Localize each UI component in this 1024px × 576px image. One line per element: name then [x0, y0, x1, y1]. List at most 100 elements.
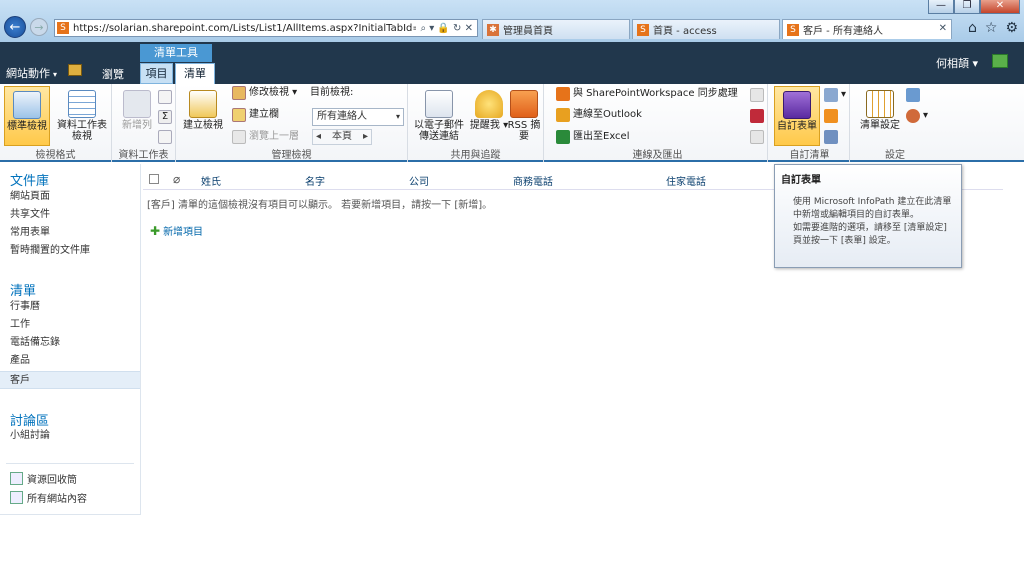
datasheet-view-icon [68, 90, 96, 118]
column-header-home-phone[interactable]: 住家電話 [666, 173, 706, 188]
permissions-icon [906, 88, 920, 102]
nav-item-products[interactable]: 產品 [10, 352, 30, 370]
sharepoint-favicon-icon: S [637, 23, 649, 36]
group-settings: 清單設定 ▾ 設定 [850, 84, 940, 162]
back-icon[interactable]: ← [4, 16, 26, 38]
next-page-icon[interactable]: ▸ [363, 130, 368, 144]
edit-page-icon[interactable] [68, 64, 82, 76]
browser-tab-customers[interactable]: S 客戶 - 所有連絡人 ✕ [782, 19, 952, 39]
user-menu[interactable]: 何相頡 ▾ [936, 55, 978, 71]
rss-feed-button[interactable]: RSS 摘要 [504, 86, 544, 146]
forward-icon[interactable]: → [30, 18, 48, 36]
tools-gear-icon[interactable]: ⚙ [1005, 20, 1018, 36]
refresh-data-button[interactable] [158, 128, 175, 146]
create-view-button[interactable]: 建立檢視 [180, 86, 226, 146]
connect-outlook-button[interactable]: 連線至Outlook [556, 106, 642, 124]
home-icon[interactable]: ⌂ [968, 20, 977, 36]
user-status-icon[interactable] [992, 54, 1008, 68]
navigate-up-button[interactable]: 瀏覽上一層 [232, 128, 299, 146]
list-settings-button[interactable]: 清單設定 [854, 86, 906, 146]
address-bar[interactable]: S https://solarian.sharepoint.com/Lists/… [54, 19, 478, 37]
group-label: 設定 [885, 150, 905, 161]
group-label: 連線及匯出 [632, 150, 683, 161]
export-excel-button[interactable]: 匯出至Excel [556, 128, 630, 146]
site-actions-menu[interactable]: 網站動作 ▾ [6, 65, 57, 81]
page-navigator[interactable]: ◂ 本頁 ▸ [312, 129, 372, 145]
visio-icon [750, 88, 764, 102]
empty-list-message: [客戶] 清單的這個檢視沒有項目可以顯示。 若要新增項目，請按一下 [新增]。 [147, 200, 493, 211]
list-settings-label: 清單設定 [860, 120, 900, 131]
tab-items[interactable]: 項目 [140, 63, 173, 84]
tab-list[interactable]: 清單 [175, 63, 215, 85]
group-label: 資料工作表 [118, 150, 169, 161]
column-header-company[interactable]: 公司 [409, 173, 429, 188]
standard-view-button[interactable]: 標準檢視 [4, 86, 50, 146]
column-header-business-phone[interactable]: 商務電話 [513, 173, 553, 188]
visio-button[interactable] [750, 86, 767, 104]
create-column-icon [232, 108, 246, 122]
new-quick-step-button[interactable] [824, 107, 841, 125]
nav-item-shared-documents[interactable]: 共享文件 [10, 206, 50, 224]
access-button[interactable] [750, 107, 767, 125]
nav-item-forms[interactable]: 常用表單 [10, 224, 50, 242]
export-excel-label: 匯出至Excel [573, 131, 630, 142]
show-taskpane-button[interactable] [158, 88, 175, 106]
column-header-last-name[interactable]: 姓氏 [201, 173, 221, 188]
sync-workspace-label: 與 SharePointWorkspace 同步處理 [573, 88, 738, 99]
browser-tab-admin-home[interactable]: ✱ 管理員首頁 [482, 19, 630, 39]
totals-button[interactable]: Σ [158, 108, 175, 126]
project-icon [750, 130, 764, 144]
nav-item-phone-memo[interactable]: 電話備忘錄 [10, 334, 60, 352]
email-link-button[interactable]: 以電子郵件傳送連結 [410, 86, 468, 146]
browser-tab-access-home[interactable]: S 首頁 - access [632, 19, 780, 39]
select-all-checkbox[interactable] [149, 174, 159, 184]
datasheet-view-button[interactable]: 資料工作表檢視 [54, 86, 110, 146]
add-new-item-link[interactable]: ✚ 新增項目 [150, 223, 203, 239]
column-header-first-name[interactable]: 名字 [305, 173, 325, 188]
new-row-button[interactable]: 新增列 [114, 86, 160, 146]
nav-item-tasks[interactable]: 工作 [10, 316, 30, 334]
navigate-up-icon [232, 130, 246, 144]
edit-list-button[interactable]: ▾ [824, 86, 846, 104]
maximize-button[interactable]: ❐ [954, 0, 980, 14]
chevron-down-icon: ▾ [53, 70, 58, 79]
tab-browse[interactable]: 瀏覽 [96, 64, 130, 84]
group-label: 檢視格式 [35, 150, 76, 161]
sharepoint-favicon-icon: S [787, 23, 799, 36]
nav-item-drop-off-library[interactable]: 暫時擱置的文件庫 [10, 242, 90, 260]
nav-item-team-discussion[interactable]: 小組討論 [10, 427, 50, 445]
modify-view-button[interactable]: 修改檢視 ▾ [232, 84, 297, 102]
workflow-button[interactable]: ▾ [906, 107, 928, 125]
outlook-icon [556, 108, 570, 122]
nav-heading-libraries[interactable]: 文件庫 [10, 170, 49, 189]
attachment-icon: ⌀ [173, 172, 181, 186]
modify-view-label: 修改檢視 [249, 87, 289, 98]
project-button[interactable] [750, 128, 767, 146]
create-column-button[interactable]: 建立欄 [232, 106, 279, 124]
group-datasheet: 新增列 Σ 資料工作表 [112, 84, 176, 162]
nav-item-site-pages[interactable]: 網站頁面 [10, 188, 50, 206]
prev-page-icon[interactable]: ◂ [316, 130, 321, 144]
recycle-bin-link[interactable]: 資源回收筒 [10, 471, 77, 486]
alert-me-label: 提醒我 [469, 120, 500, 131]
nav-item-customers[interactable]: 客戶 [0, 371, 140, 389]
close-button[interactable]: ✕ [980, 0, 1020, 14]
current-view-select[interactable]: 所有連絡人 ▾ [312, 108, 404, 126]
address-bar-icons[interactable]: ⌕ ▾ 🔒 ↻ ✕ [416, 23, 477, 34]
minimize-button[interactable]: — [928, 0, 954, 14]
sync-workspace-button[interactable]: 與 SharePointWorkspace 同步處理 [556, 85, 738, 103]
tooltip-body: 使用 Microsoft InfoPath 建立在此清單中新增或編輯項目的自訂表… [781, 196, 955, 248]
browser-chrome: — ❐ ✕ ← → S https://solarian.sharepoint.… [0, 0, 1024, 42]
rss-icon [510, 90, 538, 118]
permissions-button[interactable] [906, 86, 923, 104]
favorites-star-icon[interactable]: ☆ [985, 20, 998, 36]
all-site-content-link[interactable]: 所有網站內容 [10, 490, 87, 505]
custom-form-button[interactable]: 自訂表單 [774, 86, 820, 146]
infopath-icon [783, 91, 811, 119]
nav-item-calendar[interactable]: 行事曆 [10, 298, 40, 316]
taskpane-icon [158, 90, 172, 104]
tab-close-icon[interactable]: ✕ [939, 23, 947, 34]
edit-library-button[interactable] [824, 128, 841, 146]
nav-heading-lists[interactable]: 清單 [10, 280, 36, 299]
modify-view-icon [232, 86, 246, 100]
